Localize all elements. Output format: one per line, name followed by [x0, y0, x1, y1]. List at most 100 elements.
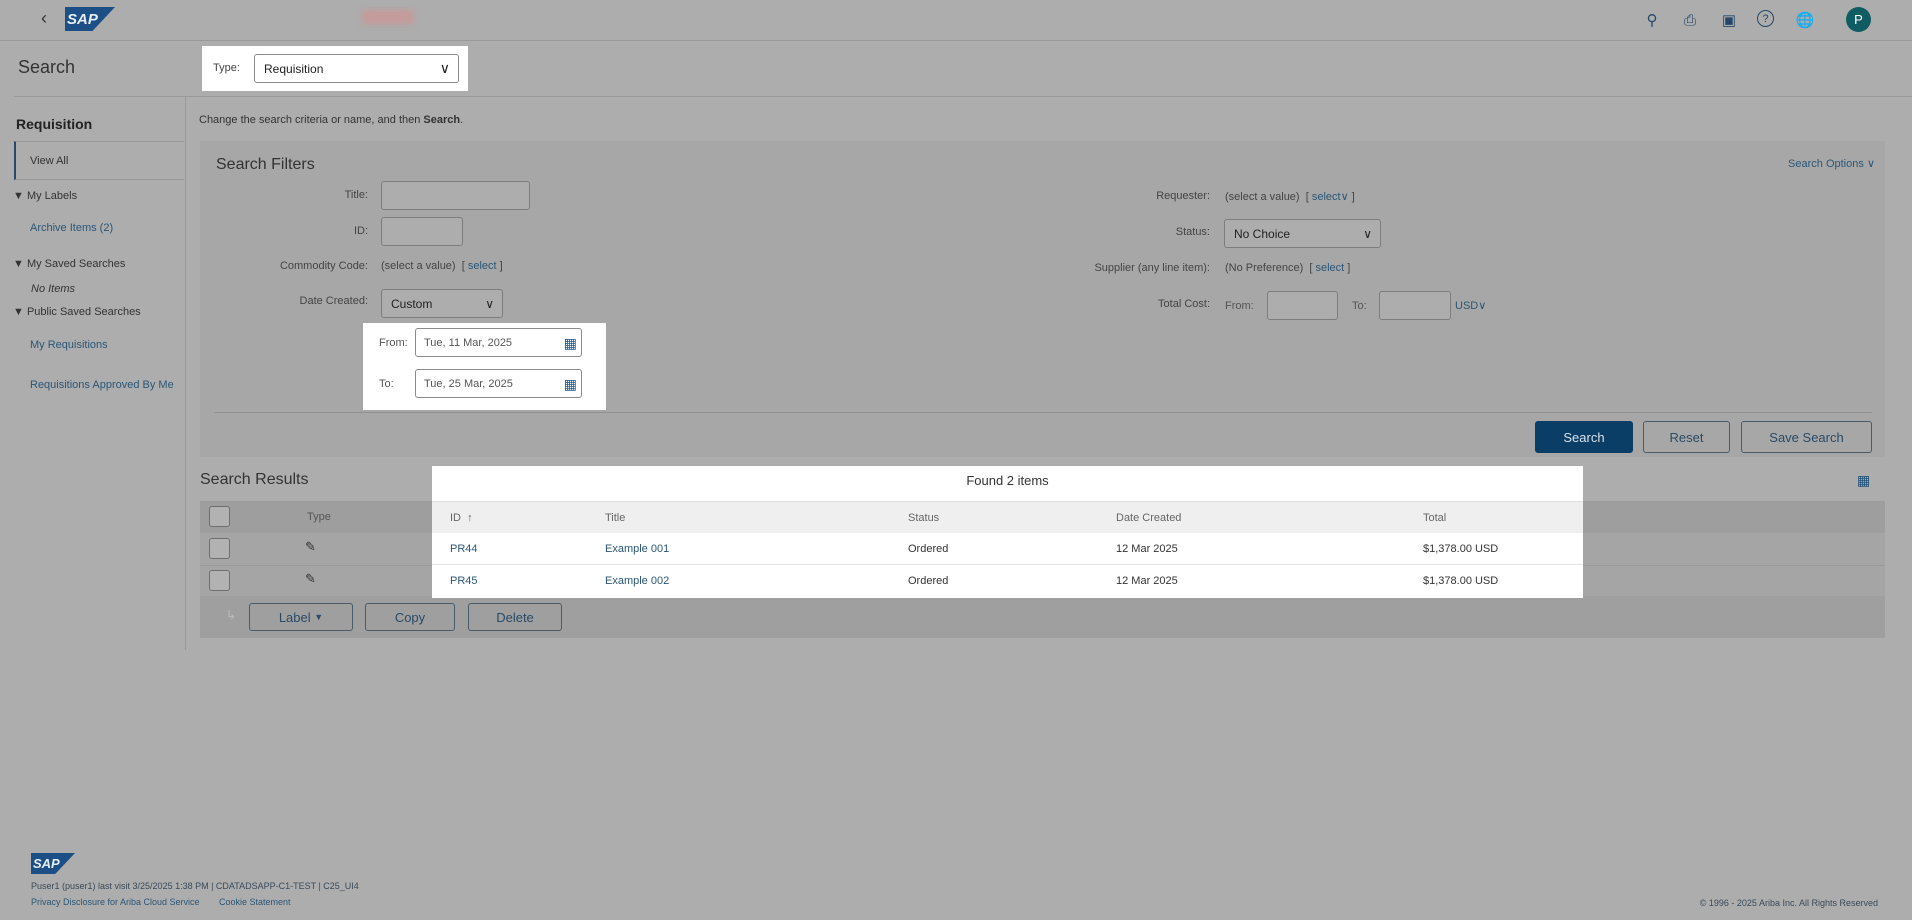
row-status: Ordered	[908, 575, 949, 587]
my-labels-toggle[interactable]: ▼ My Labels	[13, 190, 77, 202]
caret-down-icon: ▼	[13, 258, 24, 270]
requisition-type-icon: ✎	[305, 571, 316, 586]
instruction-text: Change the search criteria or name, and …	[199, 114, 464, 126]
row-date: 12 Mar 2025	[1116, 543, 1178, 555]
total-to-input[interactable]	[1379, 291, 1451, 320]
cookie-link[interactable]: Cookie Statement	[219, 897, 291, 907]
to-date-value: Tue, 25 Mar, 2025	[424, 378, 513, 390]
my-labels-label: My Labels	[26, 190, 78, 202]
title-input[interactable]	[381, 181, 530, 210]
from-date-input[interactable]: Tue, 11 Mar, 2025 ▦	[415, 328, 582, 357]
row-id-link[interactable]: PR45	[450, 575, 478, 587]
type-spotlight: Type: Requisition ∨	[202, 46, 468, 91]
no-items-text: No Items	[31, 283, 76, 295]
caret-down-icon: ▼	[13, 190, 24, 202]
type-select[interactable]: Requisition ∨	[254, 54, 459, 83]
date-created-label: Date Created:	[299, 295, 368, 307]
filters-title: Search Filters	[216, 156, 315, 173]
print-icon[interactable]: ⎙	[1680, 10, 1700, 30]
column-id[interactable]: ID ↑	[450, 512, 473, 524]
date-range-spotlight: From: Tue, 11 Mar, 2025 ▦ To: Tue, 25 Ma…	[363, 323, 606, 410]
chevron-down-icon: ∨	[485, 296, 494, 311]
table-row: PR45 Example 002 Ordered 12 Mar 2025 $1,…	[432, 565, 1583, 597]
delete-button[interactable]: Delete	[468, 603, 562, 631]
user-avatar[interactable]: P	[1846, 7, 1871, 32]
status-label: Status:	[1175, 226, 1210, 238]
table-settings-icon[interactable]: ▦	[1857, 472, 1870, 489]
found-count: Found 2 items	[966, 473, 1049, 488]
status-value: No Choice	[1234, 226, 1291, 241]
status-select[interactable]: No Choice ∨	[1224, 219, 1381, 248]
table-row: PR44 Example 001 Ordered 12 Mar 2025 $1,…	[432, 533, 1583, 565]
chevron-down-icon: ∨	[1363, 226, 1372, 241]
select-all-checkbox[interactable]	[209, 506, 230, 527]
label-button[interactable]: Label ▼	[249, 603, 353, 631]
row-total: $1,378.00 USD	[1423, 543, 1499, 555]
column-status[interactable]: Status	[908, 512, 939, 524]
supplier-value: (No Preference) [ select ]	[1225, 262, 1351, 274]
column-date-created[interactable]: Date Created	[1116, 512, 1181, 524]
view-all-label: View All	[30, 155, 69, 167]
footer-sap-logo: SAP	[31, 853, 75, 874]
calendar-icon[interactable]: ▦	[564, 376, 577, 393]
row-id-link[interactable]: PR44	[450, 543, 478, 555]
reset-button[interactable]: Reset	[1643, 421, 1730, 453]
requester-label: Requester:	[1156, 190, 1210, 202]
sidebar-title: Requisition	[16, 116, 93, 132]
date-created-select[interactable]: Custom ∨	[381, 289, 503, 318]
my-saved-label: My Saved Searches	[26, 258, 126, 270]
id-label: ID:	[353, 225, 368, 237]
supplier-label: Supplier (any line item):	[1094, 262, 1210, 274]
type-select-value: Requisition	[264, 61, 324, 76]
copyright: © 1996 - 2025 Ariba Inc. All Rights Rese…	[1699, 898, 1878, 908]
search-options-link[interactable]: Search Options ∨	[1788, 157, 1875, 170]
sidebar-item-my-requisitions[interactable]: My Requisitions	[30, 339, 108, 351]
action-bar: ↳ Label ▼ Copy Delete	[200, 596, 1885, 638]
column-title[interactable]: Title	[605, 512, 625, 524]
back-button[interactable]: ‹	[41, 8, 47, 29]
id-input[interactable]	[381, 217, 463, 246]
save-search-button[interactable]: Save Search	[1741, 421, 1872, 453]
public-saved-label: Public Saved Searches	[26, 306, 141, 318]
from-date-value: Tue, 11 Mar, 2025	[424, 337, 513, 349]
supplier-select-link[interactable]: select	[1316, 262, 1345, 274]
row-title-link[interactable]: Example 001	[605, 543, 669, 555]
currency-select[interactable]: USD∨	[1455, 299, 1486, 312]
commodity-select-link[interactable]: select	[468, 260, 497, 272]
calendar-icon[interactable]: ▦	[564, 335, 577, 352]
column-total[interactable]: Total	[1423, 512, 1446, 524]
total-from-label: From:	[1225, 300, 1254, 312]
commodity-value: (select a value) [ select ]	[381, 260, 503, 272]
sidebar-item-view-all[interactable]: View All	[14, 141, 184, 180]
caret-down-icon: ▼	[13, 306, 24, 318]
sidebar-item-archive[interactable]: Archive Items (2)	[30, 222, 113, 234]
spotlight-header: ID ↑ Title Status Date Created Total	[432, 501, 1583, 533]
caret-down-icon: ▼	[314, 612, 324, 622]
search-icon[interactable]: ⚲	[1642, 10, 1662, 30]
footer-user-line: Puser1 (puser1) last visit 3/25/2025 1:3…	[31, 881, 359, 891]
type-label: Type:	[213, 62, 240, 74]
column-type: Type	[307, 511, 331, 523]
sidebar-item-approved-by-me[interactable]: Requisitions Approved By Me	[30, 379, 174, 391]
title-label: Title:	[344, 189, 368, 201]
public-saved-toggle[interactable]: ▼ Public Saved Searches	[13, 306, 141, 318]
chat-icon[interactable]: ▣	[1719, 10, 1739, 30]
row-checkbox[interactable]	[209, 538, 230, 559]
to-label: To:	[379, 378, 394, 390]
globe-icon[interactable]: 🌐	[1795, 10, 1815, 30]
chevron-down-icon: ∨	[439, 60, 450, 76]
copy-button[interactable]: Copy	[365, 603, 455, 631]
row-checkbox[interactable]	[209, 570, 230, 591]
help-icon[interactable]: ?	[1757, 10, 1774, 27]
my-saved-toggle[interactable]: ▼ My Saved Searches	[13, 258, 125, 270]
requester-select-link[interactable]: select∨	[1312, 191, 1349, 203]
total-to-label: To:	[1352, 300, 1367, 312]
to-date-input[interactable]: Tue, 25 Mar, 2025 ▦	[415, 369, 582, 398]
requisition-type-icon: ✎	[305, 539, 316, 554]
search-button[interactable]: Search	[1535, 421, 1633, 453]
total-from-input[interactable]	[1267, 291, 1338, 320]
row-title-link[interactable]: Example 002	[605, 575, 669, 587]
row-total: $1,378.00 USD	[1423, 575, 1499, 587]
privacy-link[interactable]: Privacy Disclosure for Ariba Cloud Servi…	[31, 897, 200, 907]
sort-ascending-icon: ↑	[467, 512, 473, 524]
